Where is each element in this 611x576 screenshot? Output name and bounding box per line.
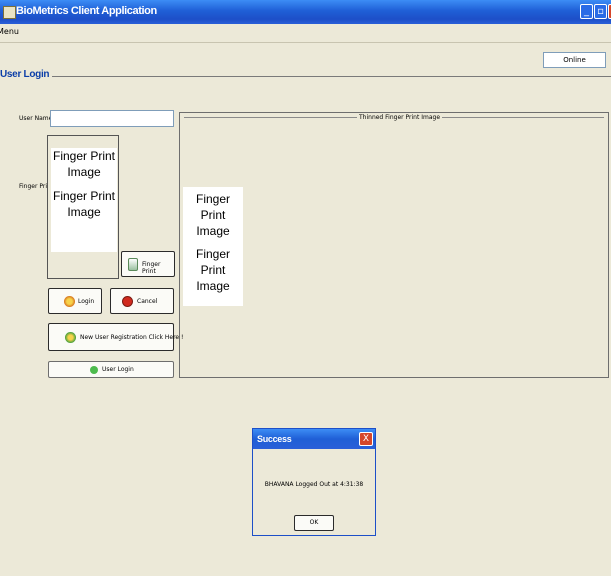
app-icon: [3, 6, 16, 19]
menu-item[interactable]: Menu: [0, 27, 19, 36]
finger-print-button[interactable]: Finger Print: [121, 251, 175, 277]
login-frame-line: [0, 76, 611, 77]
new-user-registration-label: New User Registration Click Here !: [80, 334, 184, 341]
main-window: BioMetrics Client Application _ ▫ X Menu…: [0, 0, 611, 576]
username-input[interactable]: [50, 110, 174, 127]
fingerprint-image: Finger Print Image Finger Print Image: [51, 148, 117, 252]
user-login-label: User Login: [102, 366, 134, 373]
cancel-button-label: Cancel: [137, 298, 158, 305]
thinned-image-line1: Finger Print: [195, 192, 230, 222]
dialog-title: Success: [257, 434, 292, 444]
window-title: BioMetrics Client Application: [16, 5, 157, 17]
menu-bar: Menu: [0, 24, 611, 43]
fingerprint-image-line1: Finger Print: [52, 149, 116, 163]
thinned-image-line2: Image: [196, 224, 230, 238]
fingerprint-image-line2: Image: [67, 165, 101, 179]
user-login-icon: [90, 366, 98, 374]
minimize-button[interactable]: _: [580, 4, 593, 19]
login-button[interactable]: Login: [48, 288, 102, 314]
fingerprint-panel: Finger Print Image Finger Print Image: [47, 135, 119, 279]
title-bar[interactable]: BioMetrics Client Application _ ▫ X: [0, 0, 611, 24]
cancel-power-icon: [122, 296, 133, 307]
fingerprint-image-line1: Finger Print: [52, 189, 116, 203]
login-frame-title: User Login: [0, 69, 53, 80]
status-indicator: Online: [543, 52, 606, 68]
maximize-button[interactable]: ▫: [594, 4, 607, 19]
thinned-fingerprint-panel: [179, 112, 609, 378]
thinned-fingerprint-image: Finger Print Image Finger Print Image: [183, 187, 243, 306]
login-gear-icon: [64, 296, 75, 307]
thinned-panel-title: Thinned Finger Print Image: [357, 114, 443, 121]
user-login-tab[interactable]: User Login: [48, 361, 174, 378]
dialog-close-button[interactable]: X: [359, 432, 373, 446]
new-user-gear-icon: [65, 332, 76, 343]
dialog-title-bar[interactable]: Success X: [253, 429, 375, 449]
login-button-label: Login: [78, 298, 95, 305]
cancel-button[interactable]: Cancel: [110, 288, 174, 314]
thinned-image-line2: Image: [196, 279, 230, 293]
ok-button[interactable]: OK: [294, 515, 334, 531]
dialog-message: BHAVANA Logged Out at 4:31:38: [264, 481, 364, 488]
thinned-image-line1: Finger Print: [195, 247, 230, 277]
fingerprint-image-line2: Image: [67, 205, 101, 219]
success-dialog: Success X BHAVANA Logged Out at 4:31:38 …: [252, 428, 376, 536]
fingerprint-scanner-icon: [128, 258, 138, 271]
finger-print-button-label: Finger Print: [142, 261, 161, 275]
new-user-registration-button[interactable]: New User Registration Click Here !: [48, 323, 183, 351]
